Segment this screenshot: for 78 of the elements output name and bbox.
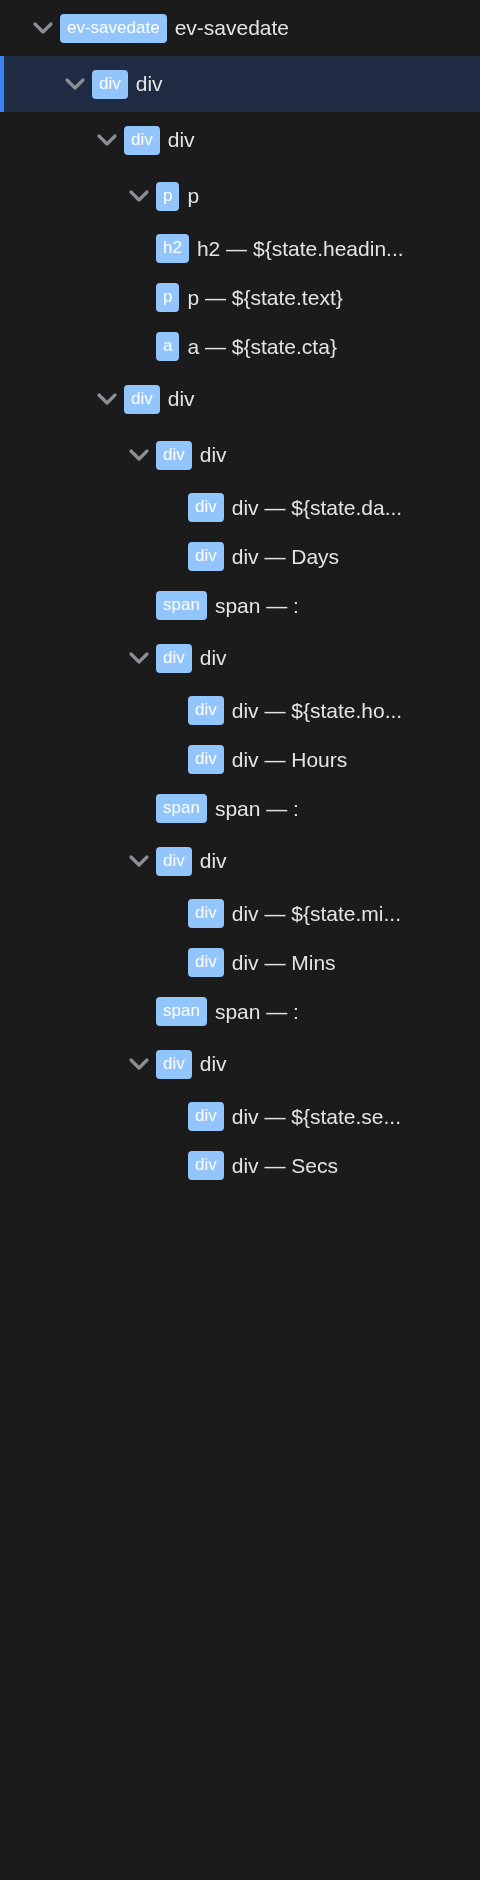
tag-badge: div — [188, 1102, 224, 1131]
tag-badge: p — [156, 283, 180, 312]
chevron-icon[interactable] — [128, 448, 150, 462]
tree-row[interactable]: div div — Secs — [0, 1141, 480, 1190]
tag-badge: div — [188, 948, 224, 977]
node-label: span — : — [214, 796, 299, 821]
node-label: div — Hours — [231, 747, 348, 772]
node-label: p — [187, 184, 200, 208]
tree-row[interactable]: div div — [0, 630, 480, 686]
node-label: ev-savedate — [174, 16, 290, 40]
tree-row[interactable]: div div — [0, 56, 480, 112]
tag-badge: span — [156, 794, 207, 823]
tag-badge: div — [188, 745, 224, 774]
chevron-icon[interactable] — [96, 392, 118, 406]
tag-badge: span — [156, 591, 207, 620]
node-label: div — [167, 387, 195, 411]
tree-row[interactable]: span span — : — [0, 581, 480, 630]
tag-badge: div — [188, 1151, 224, 1180]
chevron-icon[interactable] — [128, 854, 150, 868]
chevron-icon[interactable] — [32, 21, 54, 35]
node-label: div — [135, 72, 163, 96]
tag-badge: p — [156, 181, 180, 211]
node-label: div — [167, 128, 195, 152]
node-label: div — [199, 849, 227, 873]
tag-badge: span — [156, 997, 207, 1026]
node-label: span — : — [214, 593, 299, 618]
node-label: div — ${state.da... — [231, 495, 403, 520]
node-label: div — ${state.mi... — [231, 901, 401, 926]
node-label: div — Secs — [231, 1153, 338, 1178]
tree-row[interactable]: div div — Days — [0, 532, 480, 581]
tree-row[interactable]: div div — [0, 1036, 480, 1092]
tag-badge: div — [124, 384, 160, 414]
node-label: div — Days — [231, 544, 340, 569]
chevron-icon[interactable] — [96, 133, 118, 147]
node-label: a — ${state.cta} — [187, 334, 337, 359]
tree-row[interactable]: div div — ${state.da... — [0, 483, 480, 532]
tree-row[interactable]: p p — ${state.text} — [0, 273, 480, 322]
tree-row[interactable]: div div — Hours — [0, 735, 480, 784]
tag-badge: ev-savedate — [60, 13, 167, 43]
node-label: p — ${state.text} — [187, 285, 343, 310]
tree-row[interactable]: div div — [0, 371, 480, 427]
tag-badge: div — [188, 493, 224, 522]
node-label: div — ${state.ho... — [231, 698, 403, 723]
tag-badge: div — [124, 125, 160, 155]
tree-row[interactable]: div div — ${state.mi... — [0, 889, 480, 938]
tag-badge: div — [188, 696, 224, 725]
tag-badge: h2 — [156, 234, 189, 263]
tag-badge: div — [156, 440, 192, 470]
node-label: span — : — [214, 999, 299, 1024]
tree-row[interactable]: div div — [0, 833, 480, 889]
tree-row[interactable]: div div — [0, 112, 480, 168]
tag-badge: div — [156, 846, 192, 876]
tag-badge: div — [156, 1049, 192, 1079]
node-label: div — [199, 1052, 227, 1076]
tree-row[interactable]: div div — ${state.se... — [0, 1092, 480, 1141]
tree-row[interactable]: a a — ${state.cta} — [0, 322, 480, 371]
tree-row[interactable]: ev-savedate ev-savedate — [0, 0, 480, 56]
node-label: div — Mins — [231, 950, 336, 975]
chevron-icon[interactable] — [128, 651, 150, 665]
tree-row[interactable]: h2 h2 — ${state.headin... — [0, 224, 480, 273]
node-label: div — [199, 443, 227, 467]
node-label: div — [199, 646, 227, 670]
tree-row[interactable]: div div — ${state.ho... — [0, 686, 480, 735]
tag-badge: div — [188, 542, 224, 571]
node-label: h2 — ${state.headin... — [196, 236, 404, 261]
tree-row[interactable]: div div — Mins — [0, 938, 480, 987]
tag-badge: a — [156, 332, 180, 361]
chevron-icon[interactable] — [128, 1057, 150, 1071]
chevron-icon[interactable] — [128, 189, 150, 203]
chevron-icon[interactable] — [64, 77, 86, 91]
tree-row[interactable]: div div — [0, 427, 480, 483]
tag-badge: div — [92, 69, 128, 99]
tag-badge: div — [188, 899, 224, 928]
tree-row[interactable]: span span — : — [0, 987, 480, 1036]
tree-row[interactable]: p p — [0, 168, 480, 224]
tree-row[interactable]: span span — : — [0, 784, 480, 833]
tag-badge: div — [156, 643, 192, 673]
node-label: div — ${state.se... — [231, 1104, 401, 1129]
